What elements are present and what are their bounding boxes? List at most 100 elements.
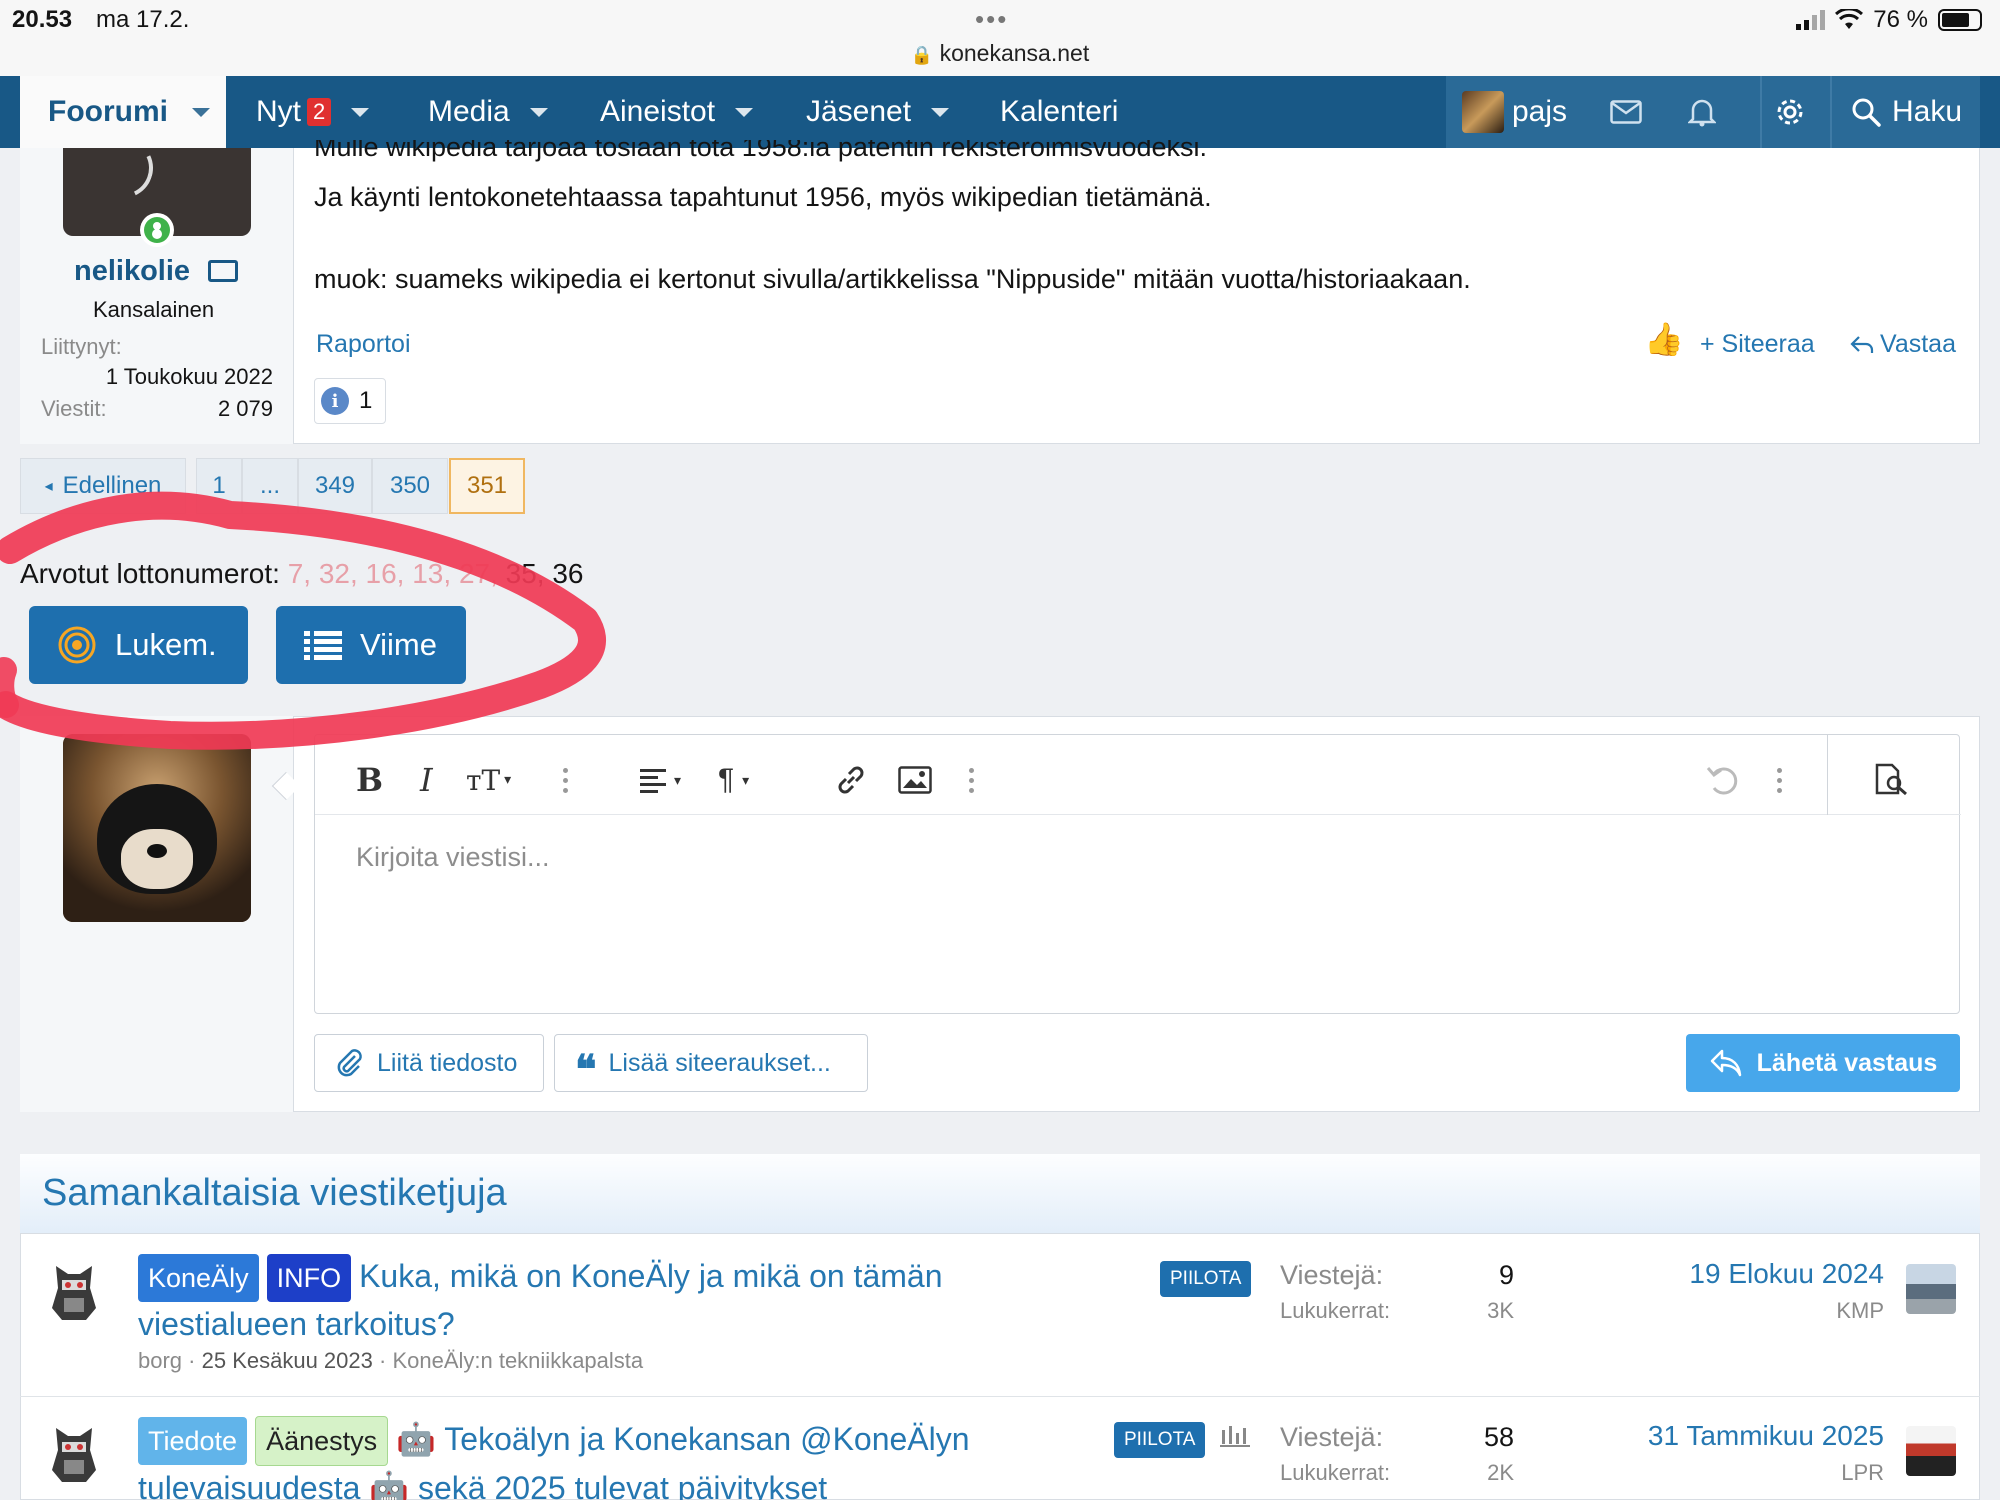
notification-badge: 2: [307, 98, 332, 126]
last-poster-avatar[interactable]: [1906, 1426, 1956, 1476]
lock-icon: 🔒: [910, 45, 934, 65]
send-reply-button[interactable]: Lähetä vastaus: [1686, 1034, 1960, 1092]
signal-icon: [1796, 10, 1826, 30]
search-label: Haku: [1892, 95, 1963, 128]
current-page[interactable]: 351: [449, 458, 525, 514]
envelope-icon[interactable]: [208, 260, 238, 282]
replies-count: 58: [1483, 1422, 1514, 1452]
lotto-number: 36: [552, 558, 584, 589]
replies-label: Viestejä:: [1280, 1422, 1384, 1452]
nav-forum[interactable]: Foorumi: [20, 76, 226, 148]
thread-author-avatar[interactable]: [46, 1258, 102, 1324]
nav-now-label: Nyt: [256, 95, 301, 128]
nav-media[interactable]: Media: [428, 76, 548, 148]
inbox-button[interactable]: [1610, 76, 1642, 148]
page-button[interactable]: 350: [372, 458, 448, 514]
nav-members[interactable]: Jäsenet: [806, 76, 950, 148]
nav-user[interactable]: pajs: [1462, 76, 1567, 148]
reply-link[interactable]: Vastaa: [1850, 330, 1956, 359]
address-bar[interactable]: 🔒 konekansa.net: [0, 40, 2000, 67]
reply-icon: [1710, 1049, 1741, 1077]
align-icon[interactable]: ▾: [640, 760, 681, 800]
thread-label[interactable]: Tiedote: [138, 1417, 248, 1465]
replies-label: Viestejä:: [1280, 1260, 1384, 1290]
last-post-user[interactable]: LPR: [1560, 1460, 1884, 1486]
prev-page-label: Edellinen: [62, 472, 162, 499]
italic-icon[interactable]: I: [420, 760, 433, 800]
image-icon[interactable]: [898, 760, 932, 800]
poll-icon: [1220, 1424, 1250, 1453]
wifi-icon: [1835, 9, 1864, 29]
thread-item: Tiedote Äänestys 🤖 Tekoälyn ja Konekansan …: [138, 1416, 1138, 1500]
recent-button[interactable]: Viime: [276, 606, 466, 684]
nav-calendar[interactable]: Kalenteri: [1000, 76, 1118, 148]
insert-quotes-button[interactable]: ❝ Lisää siteeraukset...: [554, 1034, 868, 1092]
report-link[interactable]: Raportoi: [316, 330, 411, 359]
last-post-user[interactable]: KMP: [1560, 1298, 1884, 1324]
like-icon[interactable]: 👍: [1644, 320, 1684, 358]
posts-value: 2 079: [217, 396, 273, 421]
hide-button[interactable]: PIILOTA: [1114, 1422, 1206, 1458]
nav-materials[interactable]: Aineistot: [600, 76, 754, 148]
more-options-icon[interactable]: [562, 760, 568, 800]
thread-title[interactable]: Kuka, mikä on KoneÄly ja mikä on tämän: [359, 1258, 942, 1294]
alerts-button[interactable]: [1688, 76, 1716, 148]
last-post-date[interactable]: 31 Tammikuu 2025: [1540, 1420, 1884, 1452]
link-icon[interactable]: [834, 760, 868, 800]
nav-now[interactable]: Nyt 2: [256, 76, 370, 148]
reply-icon: [1850, 335, 1874, 353]
thread-label[interactable]: KoneÄly: [138, 1254, 259, 1302]
thread-title-continued[interactable]: viestialueen tarkoitus?: [138, 1302, 1138, 1346]
author-name[interactable]: nelikolie: [74, 255, 190, 288]
views-label: Lukukerrat:: [1280, 1460, 1391, 1485]
page-button[interactable]: 349: [298, 458, 372, 514]
quote-link[interactable]: + Siteeraa: [1700, 330, 1815, 359]
post-text-line: Mulle wikipedia tarjoaa tosiaan tota 195…: [314, 140, 1207, 162]
attach-file-label: Liitä tiedosto: [377, 1048, 518, 1077]
last-post-date[interactable]: 19 Elokuu 2024: [1560, 1258, 1884, 1290]
thread-author[interactable]: borg: [138, 1348, 182, 1373]
thread-label[interactable]: INFO: [266, 1254, 352, 1302]
chevron-down-icon[interactable]: [192, 107, 210, 117]
chevron-down-icon[interactable]: [735, 107, 754, 117]
search-icon: [1852, 98, 1881, 127]
paragraph-icon[interactable]: ¶ ▾: [718, 760, 749, 800]
more-options-icon[interactable]: [1776, 760, 1782, 800]
posts-label: Viestit:: [41, 396, 107, 421]
clock: 20.53: [12, 6, 73, 33]
post-text-line: Ja käynti lentokonetehtaassa tapahtunut …: [314, 182, 1212, 212]
read-button[interactable]: Lukem.: [29, 606, 248, 684]
battery-percent: 76 %: [1873, 6, 1928, 33]
preview-icon[interactable]: [1874, 760, 1910, 800]
page-button[interactable]: 1: [196, 458, 242, 514]
recent-button-label: Viime: [360, 627, 437, 662]
chevron-down-icon[interactable]: [529, 107, 548, 117]
chevron-down-icon[interactable]: [931, 107, 950, 117]
last-poster-avatar[interactable]: [1906, 1264, 1956, 1314]
more-options-icon[interactable]: [968, 760, 974, 800]
reply-label: Vastaa: [1880, 330, 1956, 358]
thread-author-avatar[interactable]: [46, 1420, 102, 1486]
hide-button[interactable]: PIILOTA: [1160, 1261, 1252, 1297]
search-button[interactable]: Haku: [1850, 76, 1962, 148]
attach-file-button[interactable]: Liitä tiedosto: [314, 1034, 544, 1092]
page-ellipsis[interactable]: ...: [242, 458, 298, 514]
views-count: 3K: [1487, 1298, 1514, 1323]
joined-label: Liittynyt:: [41, 334, 122, 359]
envelope-icon: [1610, 100, 1642, 124]
thread-title[interactable]: 🤖 Tekoälyn ja Konekansan @KoneÄlyn: [396, 1421, 969, 1457]
bold-icon[interactable]: B: [356, 760, 383, 800]
settings-button[interactable]: [1774, 76, 1806, 148]
nav-media-label: Media: [428, 95, 510, 128]
undo-icon[interactable]: [1706, 760, 1740, 800]
thread-label[interactable]: Äänestys: [255, 1416, 389, 1466]
chevron-down-icon[interactable]: [351, 107, 370, 117]
nav-calendar-label: Kalenteri: [1000, 95, 1119, 128]
text-size-icon[interactable]: ᴛT ▾: [466, 760, 511, 800]
status-right: 76 %: [1796, 6, 1982, 34]
thread-forum[interactable]: KoneÄly:n tekniikkapalsta: [392, 1348, 643, 1373]
prev-page-button[interactable]: ◂ Edellinen: [20, 458, 186, 514]
more-dots-icon[interactable]: •••: [975, 4, 1008, 35]
thread-title-continued[interactable]: tulevaisuudesta 🤖 sekä 2025 tulevat päiv…: [138, 1466, 1138, 1500]
reactions-summary[interactable]: i 1: [314, 378, 386, 424]
